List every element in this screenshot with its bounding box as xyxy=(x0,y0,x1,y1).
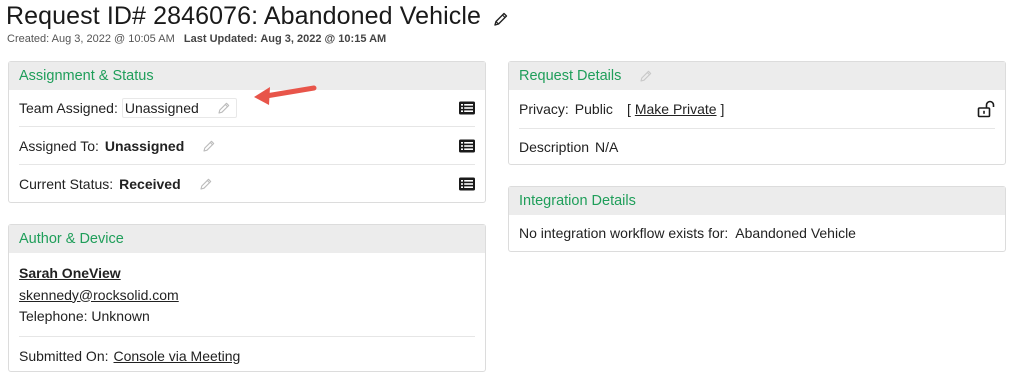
author-name-link[interactable]: Sarah OneView xyxy=(19,265,121,281)
request-details-header: Request Details xyxy=(509,62,1005,90)
make-private-bracket-close: ] xyxy=(720,101,725,117)
edit-assigned-pencil-icon[interactable] xyxy=(202,139,216,153)
assigned-to-label: Assigned To: xyxy=(19,137,99,154)
status-list-icon[interactable] xyxy=(459,177,475,190)
team-assigned-field[interactable]: Unassigned xyxy=(121,98,237,118)
updated-label: Last Updated: xyxy=(183,33,258,45)
author-device-header: Author & Device xyxy=(9,225,485,253)
edit-title-pencil-icon[interactable] xyxy=(493,11,509,27)
privacy-row: Privacy: Public [ Make Private ] xyxy=(509,90,1005,128)
annotation-arrow xyxy=(254,85,317,105)
team-assigned-label: Team Assigned: xyxy=(19,100,118,116)
privacy-label: Privacy: xyxy=(519,101,569,117)
created-label: Created: xyxy=(7,33,50,45)
assignment-status-header: Assignment & Status xyxy=(9,62,485,90)
submitted-on-label: Submitted On: xyxy=(19,347,109,364)
author-email-link[interactable]: skennedy@rocksolid.com xyxy=(19,287,179,303)
assigned-list-icon[interactable] xyxy=(459,139,475,152)
integration-details-panel: Integration Details No integration workf… xyxy=(508,186,1006,252)
submitted-on-link[interactable]: Console via Meeting xyxy=(114,348,241,364)
description-row: Description N/A xyxy=(509,129,1005,165)
request-meta: Created: Aug 3, 2022 @ 10:05 AM Last Upd… xyxy=(7,33,386,45)
make-private-bracket-open: [ xyxy=(626,101,631,117)
request-details-title: Request Details xyxy=(519,68,622,84)
integration-details-title: Integration Details xyxy=(519,193,636,209)
team-assigned-value: Unassigned xyxy=(124,100,199,116)
privacy-value: Public xyxy=(574,101,613,117)
author-device-panel: Author & Device Sarah OneView skennedy@r… xyxy=(8,224,486,372)
current-status-label: Current Status: xyxy=(19,175,114,192)
updated-value: Aug 3, 2022 @ 10:15 AM xyxy=(260,33,387,45)
team-assigned-row: Team Assigned: Unassigned xyxy=(9,90,485,126)
author-device-title: Author & Device xyxy=(19,231,124,247)
description-label: Description xyxy=(519,139,590,155)
make-private-link[interactable]: Make Private xyxy=(635,101,717,117)
created-value: Aug 3, 2022 @ 10:05 AM xyxy=(51,33,175,45)
submitted-on-row: Submitted On: Console via Meeting xyxy=(9,337,485,375)
unlock-icon[interactable] xyxy=(977,100,995,118)
team-list-icon[interactable] xyxy=(459,101,475,115)
author-telephone: Telephone: Unknown xyxy=(19,308,150,324)
edit-status-pencil-icon[interactable] xyxy=(199,177,213,191)
assignment-status-panel: Assignment & Status Team Assigned: Unass… xyxy=(8,61,486,203)
current-status-row: Current Status: Received xyxy=(9,165,485,202)
assigned-to-row: Assigned To: Unassigned xyxy=(9,127,485,164)
edit-request-details-pencil-icon[interactable] xyxy=(639,69,653,83)
integration-details-header: Integration Details xyxy=(509,187,1005,215)
integration-message: No integration workflow exists for: Aban… xyxy=(519,225,856,241)
page-title: Request ID# 2846076: Abandoned Vehicle xyxy=(6,2,482,30)
edit-team-pencil-icon[interactable] xyxy=(217,101,231,115)
integration-message-row: No integration workflow exists for: Aban… xyxy=(509,215,1005,251)
title-row: Request ID# 2846076: Abandoned Vehicle xyxy=(6,2,509,31)
assignment-status-title: Assignment & Status xyxy=(19,68,154,84)
request-details-panel: Request Details Privacy: Public [ Make P… xyxy=(508,61,1006,165)
current-status-value: Received xyxy=(119,175,181,192)
description-value: N/A xyxy=(595,139,619,155)
assigned-to-value: Unassigned xyxy=(104,137,185,154)
